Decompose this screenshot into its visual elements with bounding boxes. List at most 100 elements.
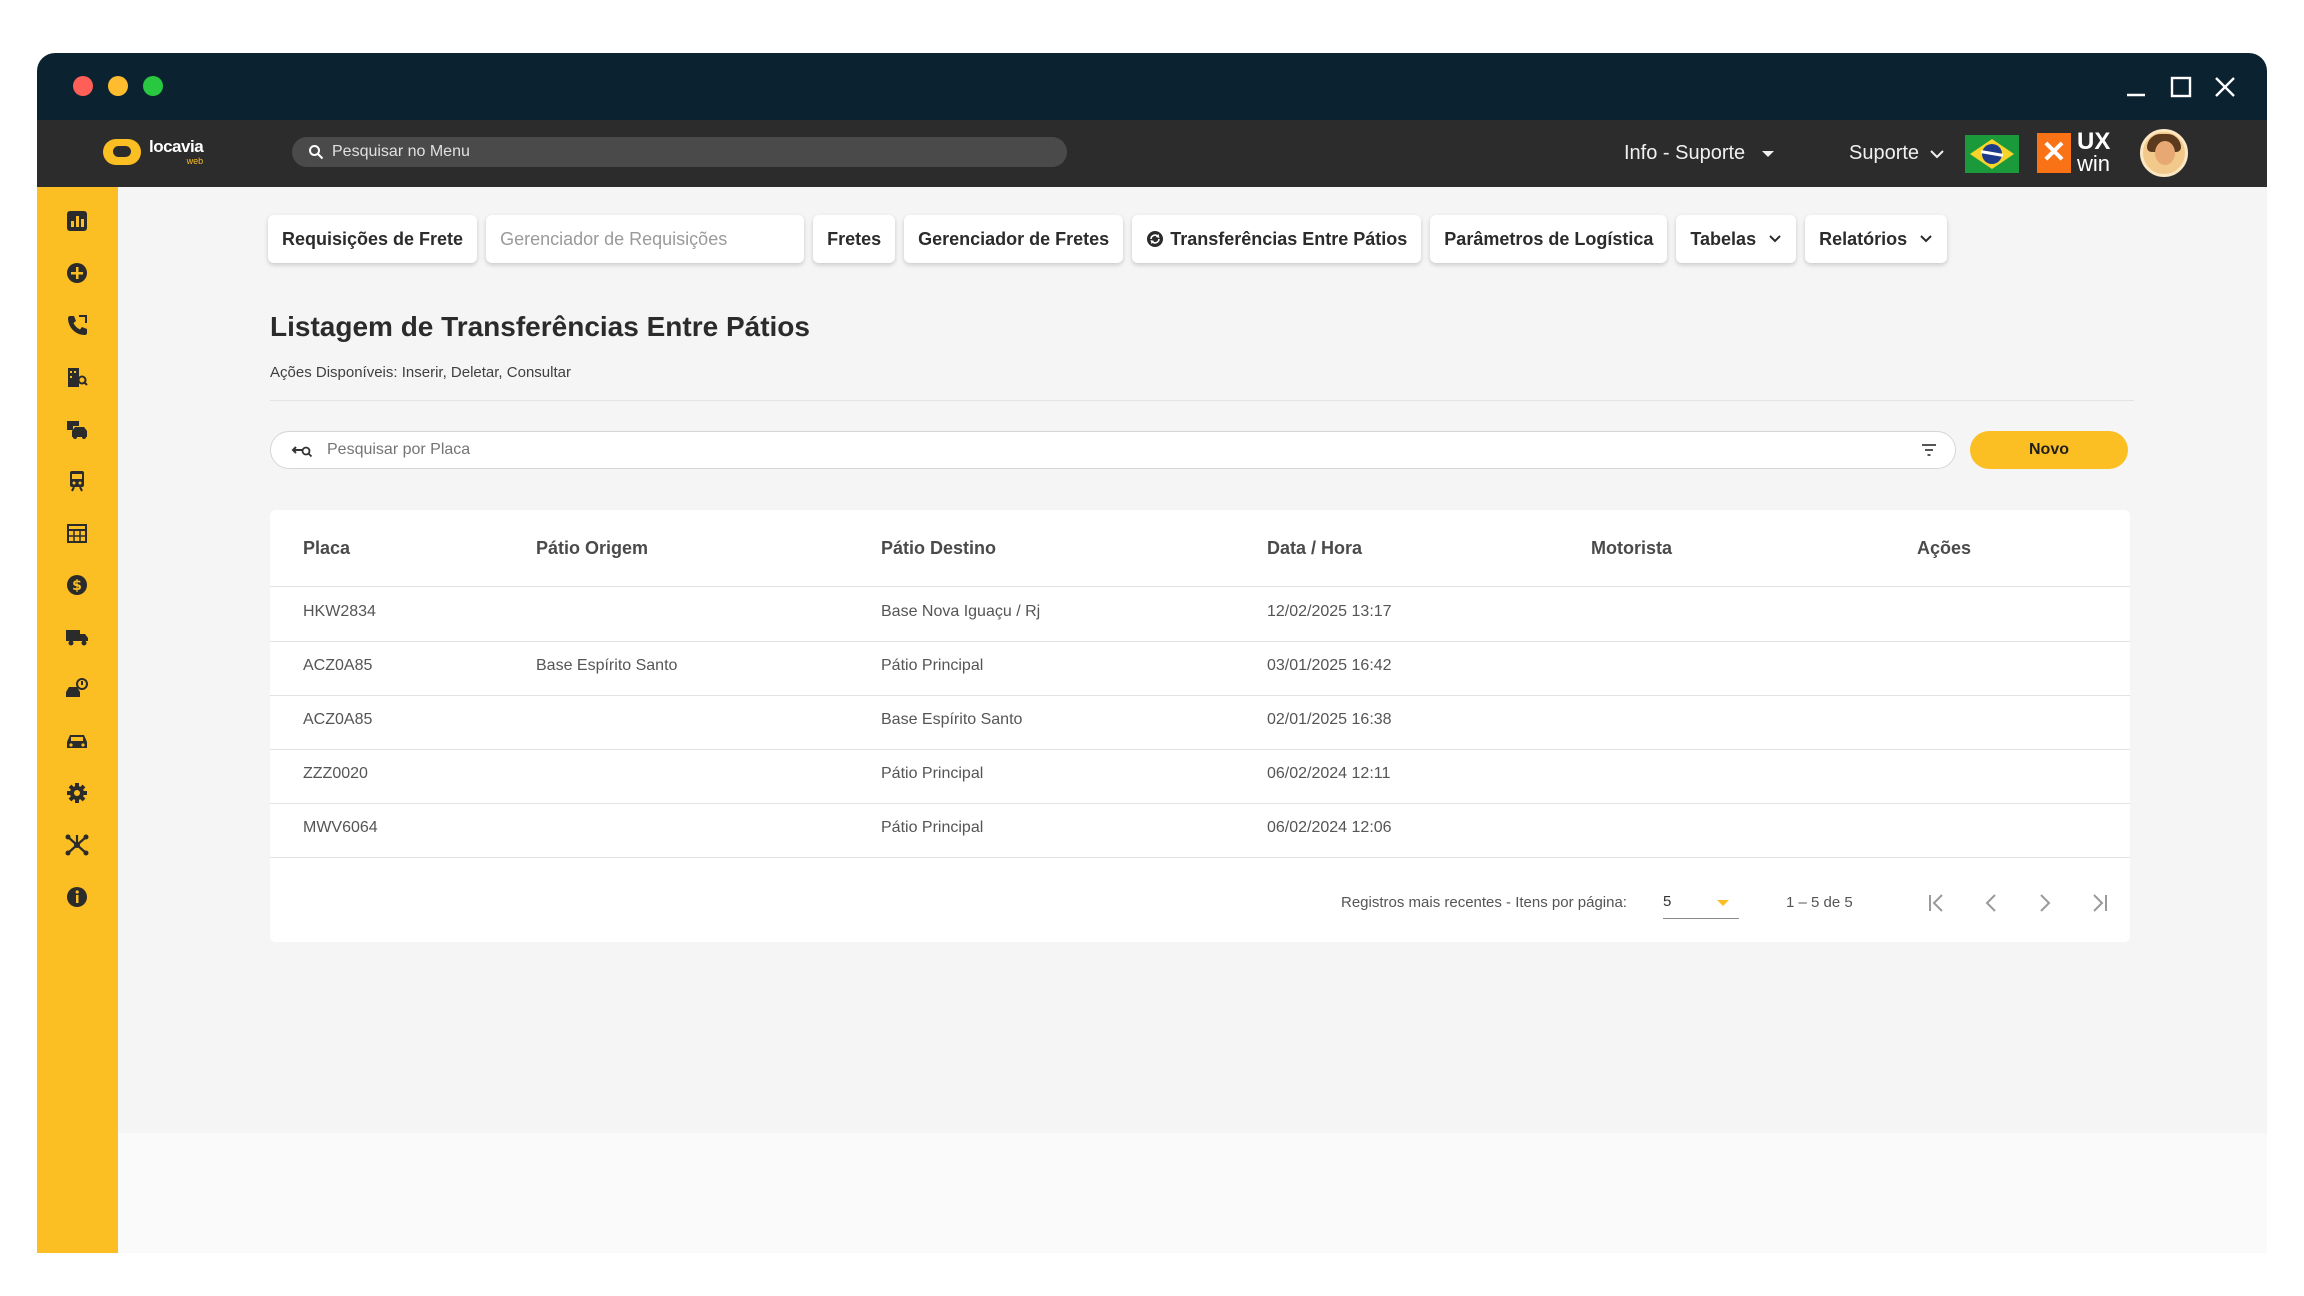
tab-transferencias-entre-patios[interactable]: Transferências Entre Pátios <box>1132 215 1422 263</box>
cell-destino: Base Espírito Santo <box>881 711 1023 728</box>
cell-destino: Pátio Principal <box>881 819 984 836</box>
truck-icon[interactable] <box>63 623 91 651</box>
phone-icon[interactable] <box>63 311 91 339</box>
cell-placa: ZZZ0020 <box>303 765 368 782</box>
app-bar: locavia web Pesquisar no Menu Info - Sup… <box>37 120 2267 187</box>
swap-search-icon <box>291 442 313 458</box>
dollar-icon[interactable]: $ <box>63 571 91 599</box>
locavia-logo[interactable]: locavia web <box>103 137 204 166</box>
tab-tabelas[interactable]: Tabelas <box>1676 215 1797 263</box>
table-row[interactable]: ZZZ0020 Pátio Principal 06/02/2024 12:11 <box>270 749 2130 804</box>
avatar[interactable] <box>2140 129 2188 177</box>
cell-origem: Base Espírito Santo <box>536 657 678 674</box>
maximize-window-dot[interactable] <box>143 76 163 96</box>
table-row[interactable]: ACZ0A85 Base Espírito Santo Pátio Princi… <box>270 641 2130 696</box>
brazil-flag-icon[interactable] <box>1965 135 2019 173</box>
tab-gerenciador-de-fretes[interactable]: Gerenciador de Fretes <box>904 215 1124 263</box>
cell-destino: Pátio Principal <box>881 765 984 782</box>
car-alert-icon[interactable] <box>63 675 91 703</box>
column-header-motorista[interactable]: Motorista <box>1591 538 1672 559</box>
cell-destino: Base Nova Iguaçu / Rj <box>881 603 1041 620</box>
tab-relatorios[interactable]: Relatórios <box>1805 215 1948 263</box>
info-icon[interactable] <box>63 883 91 911</box>
tab-parametros-de-logistica[interactable]: Parâmetros de Logística <box>1430 215 1668 263</box>
column-header-placa[interactable]: Placa <box>303 538 350 559</box>
caret-down-icon <box>1717 900 1729 906</box>
plate-search-placeholder: Pesquisar por Placa <box>327 441 471 458</box>
tab-fretes[interactable]: Fretes <box>813 215 896 263</box>
previous-page-icon[interactable] <box>1976 888 2006 918</box>
tab-requisicoes-de-frete[interactable]: Requisições de Frete <box>268 215 478 263</box>
cell-placa: MWV6064 <box>303 819 378 836</box>
tab-label: Requisições de Frete <box>282 228 464 249</box>
tab-gerenciador-de-requisicoes[interactable]: Gerenciador de Requisições <box>486 215 805 263</box>
logo-text: locavia <box>149 137 204 156</box>
items-per-page-value: 5 <box>1663 893 1672 910</box>
table-header: Placa Pátio Origem Pátio Destino Data / … <box>270 510 2130 587</box>
uxwin-x-icon: ✕ <box>2037 132 2071 173</box>
train-icon[interactable] <box>63 467 91 495</box>
cell-placa: HKW2834 <box>303 603 376 620</box>
tab-label: Gerenciador de Requisições <box>500 228 728 249</box>
column-header-patio-origem[interactable]: Pátio Origem <box>536 538 648 559</box>
cell-data: 06/02/2024 12:06 <box>1267 819 1392 836</box>
column-header-data-hora[interactable]: Data / Hora <box>1267 538 1362 559</box>
close-window-dot[interactable] <box>73 76 93 96</box>
info-support-label: Info - Suporte <box>1624 142 1746 164</box>
minimize-window-dot[interactable] <box>108 76 128 96</box>
network-icon[interactable] <box>63 831 91 859</box>
items-per-page-label: Registros mais recentes - Itens por pági… <box>1341 894 1627 911</box>
tab-label: Parâmetros de Logística <box>1444 228 1654 249</box>
cell-placa: ACZ0A85 <box>303 657 373 674</box>
calendar-grid-icon[interactable] <box>63 519 91 547</box>
column-header-acoes: Ações <box>1917 538 1972 558</box>
first-page-icon[interactable] <box>1922 888 1952 918</box>
tab-label: Fretes <box>827 228 882 249</box>
maximize-icon[interactable] <box>2161 67 2201 107</box>
table-row[interactable]: ACZ0A85 Base Espírito Santo 02/01/2025 1… <box>270 695 2130 750</box>
building-search-icon[interactable] <box>63 363 91 391</box>
car-wash-icon[interactable] <box>63 415 91 443</box>
main-content: Requisições de Frete Gerenciador de Requ… <box>118 187 2267 1253</box>
cell-destino: Pátio Principal <box>881 657 984 674</box>
menu-search-placeholder: Pesquisar no Menu <box>332 143 470 160</box>
new-button[interactable]: Novo <box>1970 431 2128 469</box>
cell-data: 12/02/2025 13:17 <box>1267 603 1392 620</box>
page-title: Listagem de Transferências Entre Pátios <box>270 311 810 342</box>
menu-search-input[interactable]: Pesquisar no Menu <box>292 137 1067 167</box>
cell-data: 02/01/2025 16:38 <box>1267 711 1392 728</box>
available-actions: Ações Disponíveis: Inserir, Deletar, Con… <box>270 364 571 381</box>
support-menu[interactable]: Suporte <box>1849 120 1945 187</box>
tab-label: Relatórios <box>1819 228 1908 249</box>
info-support-menu[interactable]: Info - Suporte <box>1624 120 1775 187</box>
column-header-patio-destino[interactable]: Pátio Destino <box>881 538 996 559</box>
paginator: Registros mais recentes - Itens por pági… <box>270 860 2130 940</box>
chevron-down-icon <box>1930 149 1944 158</box>
cell-data: 03/01/2025 16:42 <box>1267 657 1392 674</box>
dashboard-icon[interactable] <box>63 207 91 235</box>
last-page-icon[interactable] <box>2084 888 2114 918</box>
sidebar: $ <box>37 187 118 1253</box>
add-circle-icon[interactable] <box>63 259 91 287</box>
gear-icon[interactable] <box>63 779 91 807</box>
logo-badge-icon <box>103 139 141 165</box>
table-row[interactable]: HKW2834 Base Nova Iguaçu / Rj 12/02/2025… <box>270 587 2130 642</box>
items-per-page-select[interactable]: 5 <box>1663 892 1739 919</box>
filter-icon[interactable] <box>1921 443 1937 457</box>
plate-search-input[interactable]: Pesquisar por Placa <box>270 431 1956 469</box>
close-icon[interactable] <box>2205 67 2245 107</box>
minimize-icon[interactable] <box>2116 67 2156 107</box>
title-bar <box>37 53 2267 120</box>
car-icon[interactable] <box>63 727 91 755</box>
page-range-label: 1 – 5 de 5 <box>1786 894 1853 911</box>
cell-data: 06/02/2024 12:11 <box>1267 765 1391 782</box>
table-row[interactable]: MWV6064 Pátio Principal 06/02/2024 12:06 <box>270 803 2130 858</box>
support-label: Suporte <box>1849 142 1920 164</box>
caret-down-icon <box>1762 150 1775 157</box>
chevron-down-icon <box>1769 235 1781 243</box>
circle-arrows-icon <box>1147 231 1164 247</box>
tab-label: Transferências Entre Pátios <box>1170 228 1408 249</box>
next-page-icon[interactable] <box>2030 888 2060 918</box>
tab-label: Gerenciador de Fretes <box>918 228 1110 249</box>
logo-sub: web <box>186 156 204 166</box>
